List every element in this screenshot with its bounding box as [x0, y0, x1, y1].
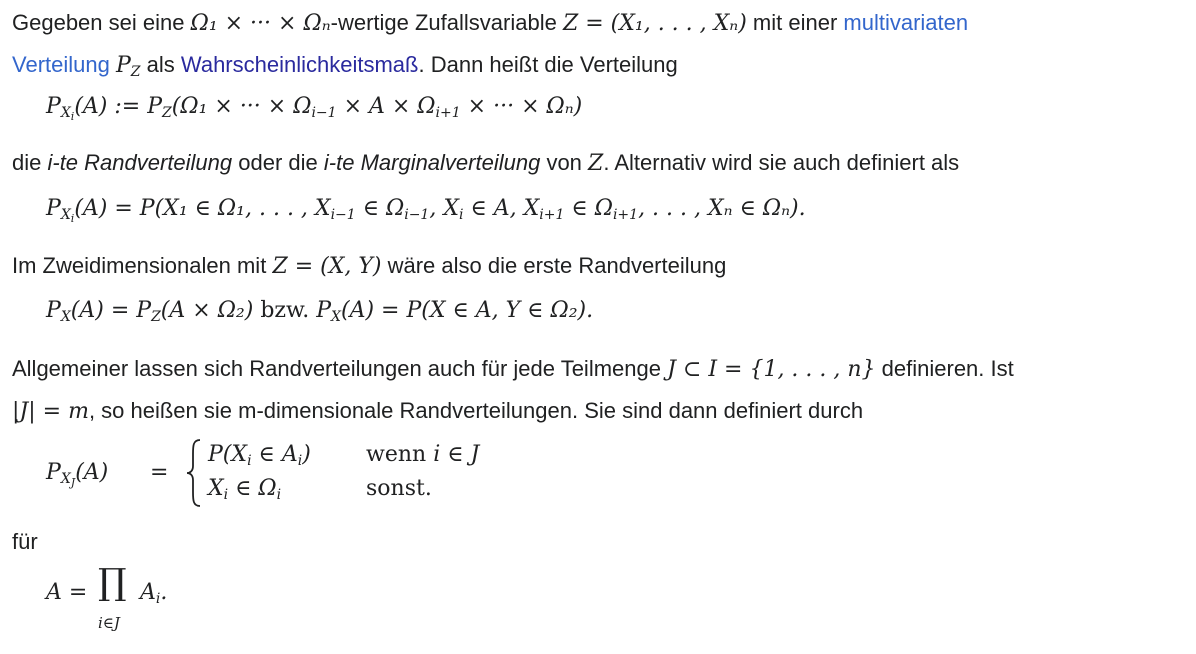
math-z: Z [588, 151, 604, 176]
cases-equals: = [150, 460, 169, 485]
equation-first-marginal: PX(A) = PZ(A × Ω₂) bzw. PX(A) = P(X ∈ A,… [46, 298, 594, 325]
cases-row-1: P(Xi ∈ Ai) [208, 442, 311, 469]
math-j-subset: J ⊂ I = {1, . . . , n} [667, 357, 876, 382]
math-omega-product: Ω₁ × ··· × Ωₙ [190, 11, 331, 36]
link-verteilung[interactable]: Verteilung [12, 52, 110, 77]
product-symbol: ∏ [98, 562, 127, 603]
cases-cond-1: wenn i ∈ J [366, 442, 480, 467]
text: als [140, 52, 181, 77]
link-wahrscheinlichkeitsmass[interactable]: Wahrscheinlichkeitsmaß [181, 52, 419, 77]
math-z-xy: Z = (X, Y) [272, 254, 382, 279]
paragraph-zweidimensional: Im Zweidimensionalen mit Z = (X, Y) wäre… [12, 253, 727, 279]
paragraph-fuer: für [12, 529, 38, 554]
paragraph-intro: Gegeben sei eine Ω₁ × ··· × Ωₙ-wertige Z… [12, 2, 968, 45]
left-brace-icon [186, 439, 201, 507]
math-j-card: |J| = m [12, 399, 89, 424]
paragraph-randverteilung: die i-te Randverteilung oder die i-te Ma… [12, 150, 960, 176]
text: Gegeben sei eine [12, 10, 191, 35]
equation-marginal-def: PXi(A) := PZ(Ω₁ × ··· × Ωi−1 × A × Ωi+1 … [46, 94, 583, 123]
cases-cond-2: sonst. [366, 476, 432, 501]
math-pz: PZ [115, 53, 141, 80]
product-rhs: Ai. [140, 580, 168, 607]
paragraph-intro-line2: Verteilung PZ als Wahrscheinlichkeitsmaß… [12, 44, 678, 93]
equation-alternative-def: PXi(A) = P(X₁ ∈ Ω₁, . . . , Xi−1 ∈ Ωi−1,… [46, 196, 806, 225]
term-i-te-marginalverteilung: i-te Marginalverteilung [323, 150, 541, 175]
cases-lhs: PXJ(A) [46, 460, 109, 489]
text: . Dann heißt die Verteilung [418, 52, 678, 77]
paragraph-allgemeiner-line2: |J| = m, so heißen sie m-dimensionale Ra… [12, 398, 864, 424]
math-z-tuple: Z = (X₁, . . . , Xₙ) [562, 11, 747, 36]
term-i-te-randverteilung: i-te Randverteilung [47, 150, 233, 175]
paragraph-allgemeiner: Allgemeiner lassen sich Randverteilungen… [12, 356, 1014, 382]
product-index: i∈J [98, 614, 120, 632]
text: mit einer [746, 10, 844, 35]
link-multivariaten[interactable]: multivariaten [843, 10, 968, 35]
product-lhs: A = [46, 580, 88, 605]
text: -wertige Zufallsvariable [330, 10, 563, 35]
cases-row-2: Xi ∈ Ωi [208, 476, 282, 503]
